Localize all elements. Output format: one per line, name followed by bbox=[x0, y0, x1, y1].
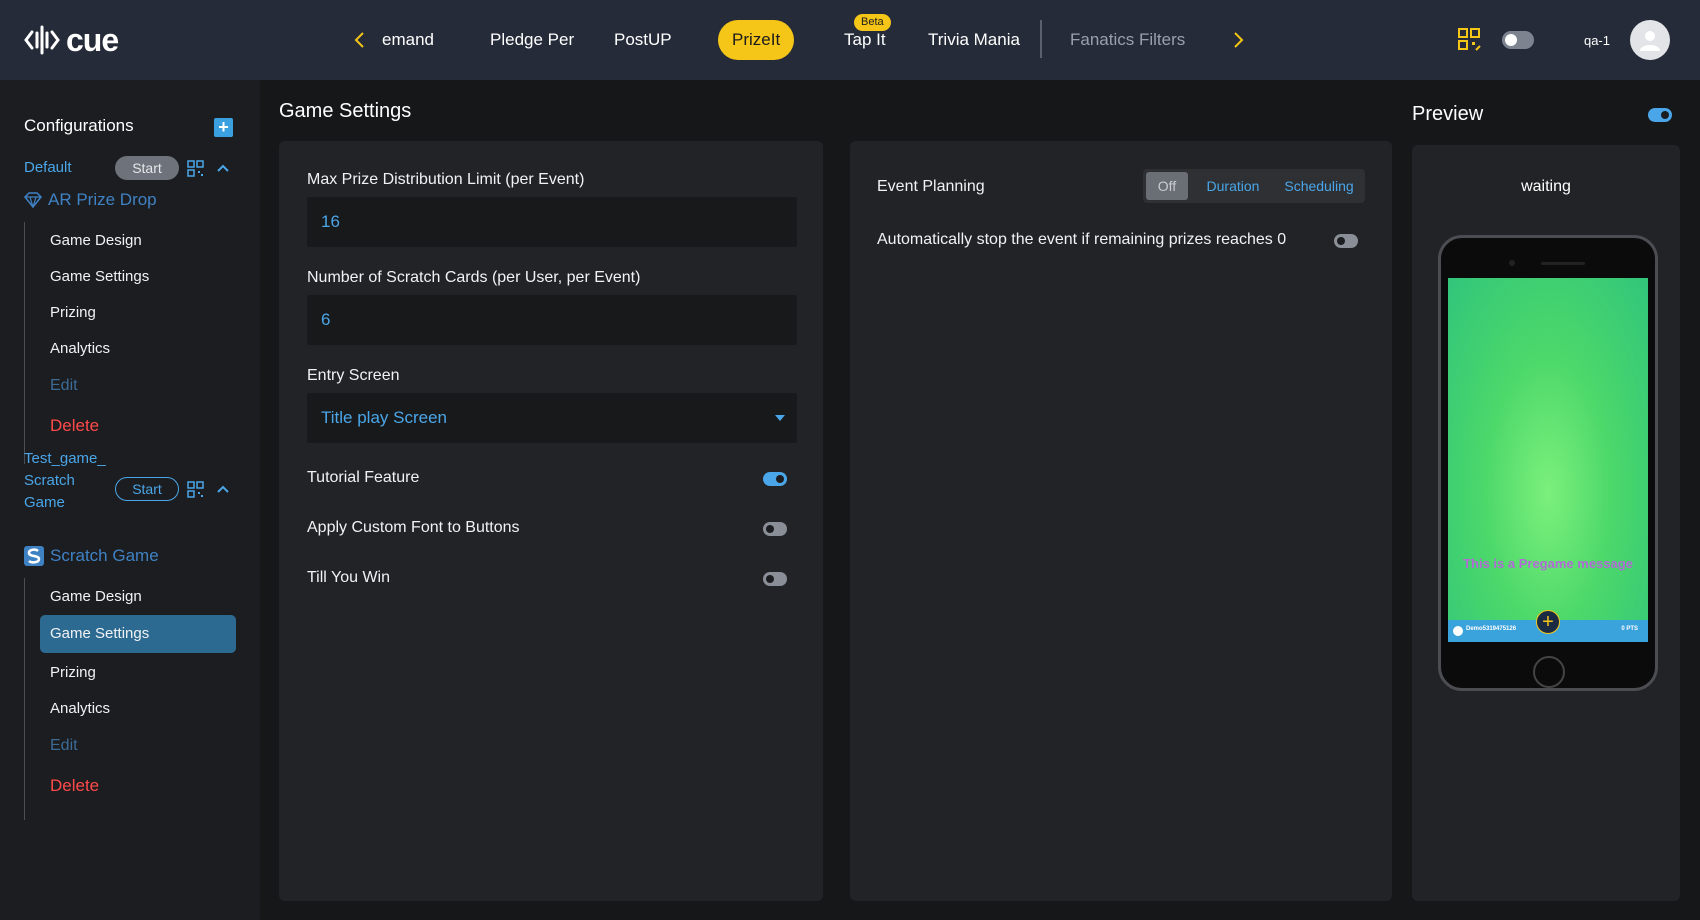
tab-trivia-mania[interactable]: Trivia Mania bbox=[914, 20, 1034, 60]
avatar[interactable] bbox=[1630, 20, 1670, 60]
game-name-line: Game bbox=[24, 494, 65, 511]
phone-screen: This is a Pregame message Demo5319475126… bbox=[1448, 278, 1648, 642]
preview-toggle[interactable] bbox=[1648, 108, 1672, 122]
delete-button[interactable]: Delete bbox=[50, 416, 99, 436]
scratch-s-icon bbox=[24, 546, 44, 566]
edit-button[interactable]: Edit bbox=[50, 377, 78, 395]
user-name[interactable]: qa-1 bbox=[1584, 33, 1610, 48]
scratch-cards-label: Number of Scratch Cards (per User, per E… bbox=[307, 269, 641, 286]
qr-code-icon[interactable] bbox=[187, 160, 204, 177]
scratch-cards-input[interactable]: 6 bbox=[307, 295, 797, 345]
page-title: Game Settings bbox=[279, 100, 412, 122]
game-name-default[interactable]: Default bbox=[24, 157, 72, 179]
max-prize-label: Max Prize Distribution Limit (per Event) bbox=[307, 171, 585, 188]
user-icon bbox=[1453, 626, 1463, 636]
event-planning-segmented: Off Duration Scheduling bbox=[1143, 169, 1365, 203]
collapse-icon[interactable] bbox=[216, 482, 230, 496]
game-tabs: emand Pledge Per PostUP PrizeIt Tap It B… bbox=[340, 14, 1260, 66]
event-planning-panel: Event Planning Off Duration Scheduling A… bbox=[850, 141, 1392, 901]
diamond-icon bbox=[24, 192, 42, 208]
tab-demand[interactable]: emand bbox=[368, 20, 448, 60]
tab-divider bbox=[1040, 20, 1042, 58]
segment-duration[interactable]: Duration bbox=[1193, 172, 1273, 200]
preview-title: Preview bbox=[1412, 103, 1484, 125]
phone-camera bbox=[1509, 260, 1515, 266]
game-name-line: Test_game_ bbox=[24, 450, 106, 467]
game-type-scratch-game: Scratch Game bbox=[24, 546, 159, 566]
theme-toggle-knob bbox=[1504, 34, 1517, 46]
auto-stop-label: Automatically stop the event if remainin… bbox=[877, 231, 1287, 248]
tab-fanatics-filters[interactable]: Fanatics Filters bbox=[1056, 20, 1199, 60]
till-you-win-toggle[interactable] bbox=[763, 572, 787, 586]
tab-pledge-per[interactable]: Pledge Per bbox=[476, 20, 588, 60]
till-you-win-label: Till You Win bbox=[307, 569, 390, 586]
menu-game-design[interactable]: Game Design bbox=[50, 588, 142, 605]
tutorial-feature-toggle[interactable] bbox=[763, 472, 787, 486]
custom-font-toggle[interactable] bbox=[763, 522, 787, 536]
entry-screen-select[interactable]: Title play Screen bbox=[307, 393, 797, 443]
tab-prizeit[interactable]: PrizeIt bbox=[718, 20, 795, 60]
collapse-icon[interactable] bbox=[216, 161, 230, 175]
game-type-label: Scratch Game bbox=[50, 546, 159, 565]
qr-code-icon[interactable] bbox=[187, 481, 204, 498]
custom-font-label: Apply Custom Font to Buttons bbox=[307, 519, 520, 536]
beta-badge: Beta bbox=[854, 14, 891, 31]
phone-speaker bbox=[1541, 262, 1585, 265]
preview-status: waiting bbox=[1521, 178, 1571, 195]
menu-analytics[interactable]: Analytics bbox=[50, 700, 110, 717]
dropdown-arrow-icon bbox=[775, 415, 785, 421]
game-settings-panel: Max Prize Distribution Limit (per Event)… bbox=[279, 141, 823, 901]
add-configuration-button[interactable]: + bbox=[214, 118, 233, 137]
tab-postup[interactable]: PostUP bbox=[600, 20, 686, 60]
tree-line bbox=[24, 222, 25, 464]
menu-prizing[interactable]: Prizing bbox=[50, 304, 96, 321]
qr-code-icon[interactable] bbox=[1457, 28, 1482, 52]
auto-stop-toggle[interactable] bbox=[1334, 234, 1358, 248]
menu-game-design[interactable]: Game Design bbox=[50, 232, 142, 249]
phone-home-button bbox=[1533, 656, 1565, 688]
game-name-line: Scratch bbox=[24, 472, 75, 489]
plus-icon: + bbox=[1536, 610, 1560, 634]
header-tools: qa-1 bbox=[1457, 18, 1670, 62]
tutorial-feature-label: Tutorial Feature bbox=[307, 469, 420, 486]
user-icon bbox=[1640, 31, 1660, 51]
delete-button[interactable]: Delete bbox=[50, 776, 99, 796]
entry-screen-value: Title play Screen bbox=[321, 408, 447, 427]
chevron-right-icon[interactable] bbox=[1226, 28, 1250, 52]
top-bar: cue emand Pledge Per PostUP PrizeIt Tap … bbox=[0, 0, 1700, 80]
start-button[interactable]: Start bbox=[115, 477, 179, 501]
sidebar: Configurations + Default Start AR Prize … bbox=[0, 80, 260, 920]
preview-panel: waiting This is a Pregame message Demo53… bbox=[1412, 145, 1680, 901]
start-button[interactable]: Start bbox=[115, 156, 179, 180]
game-type-ar-prize-drop: AR Prize Drop bbox=[24, 190, 157, 210]
sound-wave-icon bbox=[24, 25, 60, 55]
segment-scheduling[interactable]: Scheduling bbox=[1275, 172, 1363, 200]
menu-prizing[interactable]: Prizing bbox=[50, 664, 96, 681]
max-prize-input[interactable]: 16 bbox=[307, 197, 797, 247]
theme-toggle[interactable] bbox=[1501, 31, 1534, 49]
game-name-test-scratch[interactable]: Test_game_ Scratch Game bbox=[24, 448, 106, 514]
menu-game-settings-active[interactable]: Game Settings bbox=[40, 615, 236, 653]
edit-button[interactable]: Edit bbox=[50, 737, 78, 755]
event-planning-label: Event Planning bbox=[877, 178, 985, 195]
configurations-title: Configurations bbox=[24, 116, 134, 135]
phone-user-id: Demo5319475126 bbox=[1466, 626, 1517, 632]
segment-off[interactable]: Off bbox=[1146, 172, 1188, 200]
pregame-message: This is a Pregame message bbox=[1463, 556, 1633, 571]
logo-text: cue bbox=[66, 21, 119, 58]
phone-mockup: This is a Pregame message Demo5319475126… bbox=[1438, 235, 1658, 691]
menu-game-settings[interactable]: Game Settings bbox=[50, 268, 149, 285]
game-type-label: AR Prize Drop bbox=[48, 190, 157, 209]
menu-analytics[interactable]: Analytics bbox=[50, 340, 110, 357]
logo[interactable]: cue bbox=[24, 18, 119, 62]
phone-points: 0 PTS bbox=[1621, 626, 1638, 632]
entry-screen-label: Entry Screen bbox=[307, 367, 400, 384]
tree-line bbox=[24, 578, 25, 820]
